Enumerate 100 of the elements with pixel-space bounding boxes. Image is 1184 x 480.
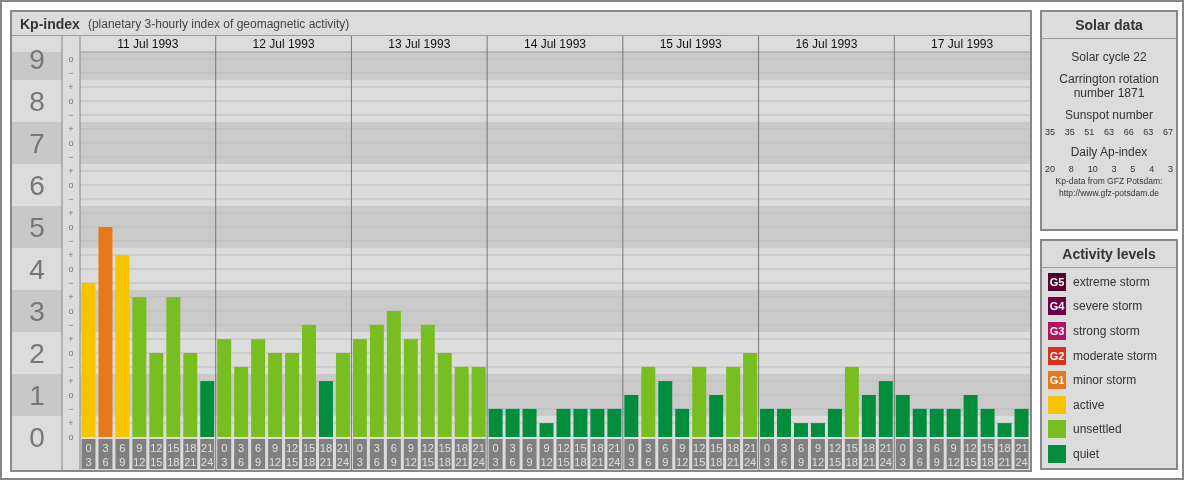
y-axis-label: 0 bbox=[29, 422, 45, 453]
hour-range-label: 9 12 bbox=[132, 439, 147, 469]
sunspot-value: 35 bbox=[1064, 127, 1075, 137]
hour-range-label: 21 24 bbox=[335, 439, 350, 469]
date-label: 12 Jul 1993 bbox=[252, 37, 315, 51]
level-label: quiet bbox=[1073, 447, 1100, 461]
hour-range-label: 3 6 bbox=[777, 439, 791, 469]
x-tick-label: 3 6 bbox=[373, 442, 380, 468]
hour-range-label: 12 15 bbox=[963, 439, 978, 469]
minor-tick-label: − bbox=[68, 320, 74, 330]
x-tick-label: 0 3 bbox=[221, 442, 228, 468]
ap-index-value: 5 bbox=[1130, 164, 1136, 174]
hour-range-label: 15 18 bbox=[980, 439, 995, 469]
minor-tick-label: + bbox=[68, 250, 74, 260]
hour-range-label: 18 21 bbox=[997, 439, 1012, 469]
hour-range-label: 18 21 bbox=[590, 439, 605, 469]
x-tick-label: 0 3 bbox=[628, 442, 635, 468]
hour-range-label: 9 12 bbox=[675, 439, 690, 469]
hour-range-label: 6 9 bbox=[658, 439, 673, 469]
minor-tick-label: + bbox=[68, 208, 74, 218]
ap-index-value: 10 bbox=[1087, 164, 1098, 174]
hour-range-label: 18 21 bbox=[454, 439, 469, 469]
minor-tick-label: + bbox=[68, 418, 74, 428]
minor-tick-label: o bbox=[68, 54, 74, 64]
hour-range-label: 3 6 bbox=[505, 439, 520, 469]
date-label: 11 Jul 1993 bbox=[117, 37, 179, 51]
minor-tick-label: − bbox=[68, 278, 74, 288]
x-tick-label: 6 9 bbox=[119, 442, 126, 468]
minor-tick-label: + bbox=[68, 82, 74, 92]
hour-range-label: 0 3 bbox=[81, 439, 96, 469]
hour-range-label: 0 3 bbox=[352, 439, 367, 469]
level-label: moderate storm bbox=[1073, 348, 1158, 363]
x-tick-label: 3 6 bbox=[645, 442, 652, 468]
minor-tick-label: o bbox=[68, 222, 74, 232]
hour-range-label: 9 12 bbox=[403, 439, 418, 469]
hour-range-label: 9 12 bbox=[268, 439, 283, 469]
ap-index-value: 3 bbox=[1167, 164, 1173, 174]
y-axis-label: 7 bbox=[29, 128, 45, 159]
level-label: active bbox=[1073, 397, 1105, 412]
minor-tick-label: − bbox=[68, 110, 74, 120]
y-axis-label: 8 bbox=[29, 86, 45, 117]
y-axis-label: 9 bbox=[29, 44, 45, 75]
level-label: unsettled bbox=[1073, 422, 1122, 437]
minor-tick-label: o bbox=[68, 180, 74, 190]
x-tick-label: 0 3 bbox=[763, 442, 771, 468]
hour-range-label: 12 15 bbox=[285, 439, 300, 469]
storm-level-badge: G4 bbox=[1048, 297, 1066, 316]
hour-range-label: 3 6 bbox=[98, 439, 113, 469]
level-label: minor storm bbox=[1073, 373, 1137, 388]
minor-tick-label: o bbox=[68, 432, 74, 442]
minor-tick-label: − bbox=[68, 236, 74, 246]
y-axis-label: 5 bbox=[29, 212, 45, 243]
carrington-text: Carrington rotation number 1871 bbox=[1058, 72, 1160, 100]
hour-range-label: 12 15 bbox=[827, 439, 842, 469]
x-tick-label: 6 9 bbox=[255, 442, 262, 468]
storm-level-badge: G5 bbox=[1048, 272, 1066, 291]
hour-range-label: 9 12 bbox=[810, 439, 825, 469]
minor-tick-label: o bbox=[68, 348, 74, 358]
hour-range-label: 6 9 bbox=[929, 439, 944, 469]
level-label: severe storm bbox=[1073, 299, 1143, 314]
x-tick-label: 6 9 bbox=[526, 442, 533, 468]
date-label: 13 Jul 1993 bbox=[388, 37, 451, 51]
ap-index-heading: Daily Ap-index bbox=[1070, 145, 1148, 159]
hour-range-label: 0 3 bbox=[488, 439, 503, 469]
sunspot-value: 51 bbox=[1084, 127, 1095, 137]
solar-cycle-text: Solar cycle 22 bbox=[1071, 50, 1147, 64]
hour-range-label: 6 9 bbox=[794, 439, 808, 469]
ap-index-value: 3 bbox=[1111, 164, 1117, 174]
hour-range-label: 21 24 bbox=[1014, 439, 1029, 469]
hour-range-label: 18 21 bbox=[319, 439, 333, 469]
level-label: extreme storm bbox=[1073, 274, 1150, 289]
hour-range-label: 21 24 bbox=[607, 439, 622, 469]
minor-tick-label: o bbox=[68, 390, 74, 400]
x-tick-label: 3 6 bbox=[509, 442, 516, 468]
hour-range-label: 9 12 bbox=[946, 439, 961, 469]
x-tick-label: 0 3 bbox=[492, 442, 499, 468]
sunspot-value: 63 bbox=[1103, 127, 1114, 137]
chart-title: Kp-index bbox=[20, 15, 80, 32]
x-tick-label: 6 9 bbox=[933, 442, 940, 468]
x-tick-label: 6 9 bbox=[390, 442, 397, 468]
hour-range-label: 0 3 bbox=[760, 439, 775, 469]
minor-tick-label: + bbox=[68, 124, 74, 134]
minor-tick-label: + bbox=[68, 292, 74, 302]
hour-range-label: 21 24 bbox=[471, 439, 486, 469]
x-tick-label: 3 6 bbox=[916, 442, 923, 468]
storm-level-badge: G3 bbox=[1048, 322, 1066, 341]
ap-index-value: 4 bbox=[1149, 164, 1155, 174]
hour-range-label: 18 21 bbox=[726, 439, 741, 469]
hour-range-label: 21 24 bbox=[743, 439, 758, 469]
minor-tick-label: o bbox=[68, 264, 74, 274]
chart-subtitle: (planetary 3-hourly index of geomagnetic activity) bbox=[87, 16, 350, 31]
hour-range-label: 6 9 bbox=[251, 439, 266, 469]
hour-range-label: 12 15 bbox=[149, 439, 164, 469]
hour-range-label: 3 6 bbox=[641, 439, 656, 469]
sunspot-value: 35 bbox=[1045, 127, 1055, 137]
minor-tick-label: − bbox=[68, 404, 74, 414]
hour-range-label: 9 12 bbox=[539, 439, 554, 469]
hour-range-label: 12 15 bbox=[556, 439, 571, 469]
hour-range-label: 15 18 bbox=[437, 439, 452, 469]
hour-range-label: 6 9 bbox=[115, 439, 130, 469]
